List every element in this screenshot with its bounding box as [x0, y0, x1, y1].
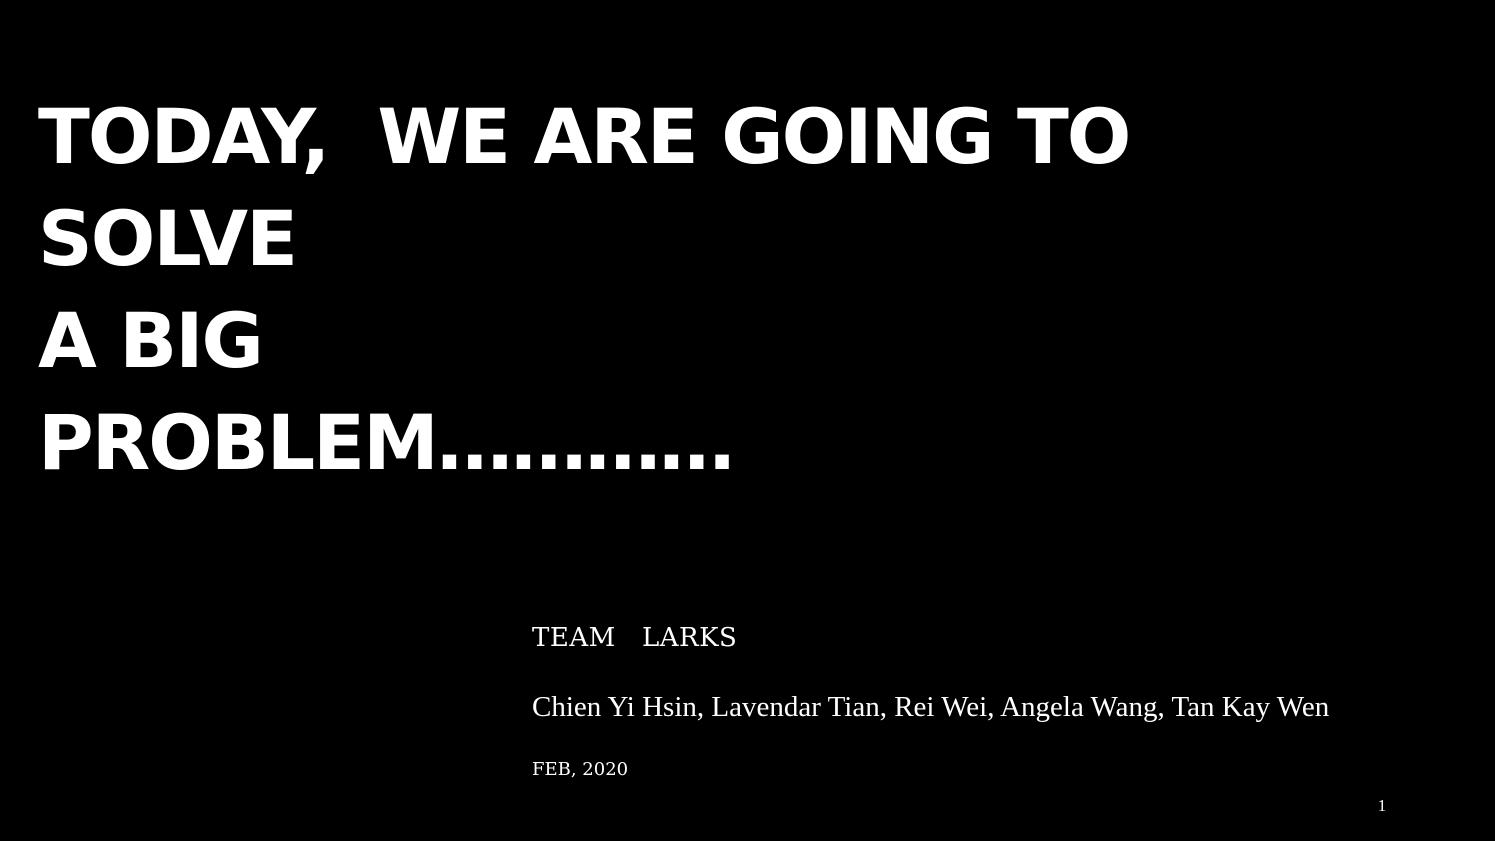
presentation-date: FEB, 2020 [532, 759, 629, 780]
slide-title: TODAY, WE ARE GOING TO SOLVE A BIG PROBL… [38, 86, 1338, 494]
team-members: Chien Yi Hsin, Lavendar Tian, Rei Wei, A… [532, 691, 1330, 723]
title-line-2: SOLVE [38, 194, 298, 283]
team-name: TEAM LARKS [532, 623, 738, 653]
page-number: 1 [1377, 796, 1387, 815]
title-line-3: A BIG [38, 296, 264, 385]
title-line-4: PROBLEM………… [38, 398, 735, 487]
title-line-1: TODAY, WE ARE GOING TO [38, 92, 1131, 181]
slide: TODAY, WE ARE GOING TO SOLVE A BIG PROBL… [0, 0, 1495, 841]
